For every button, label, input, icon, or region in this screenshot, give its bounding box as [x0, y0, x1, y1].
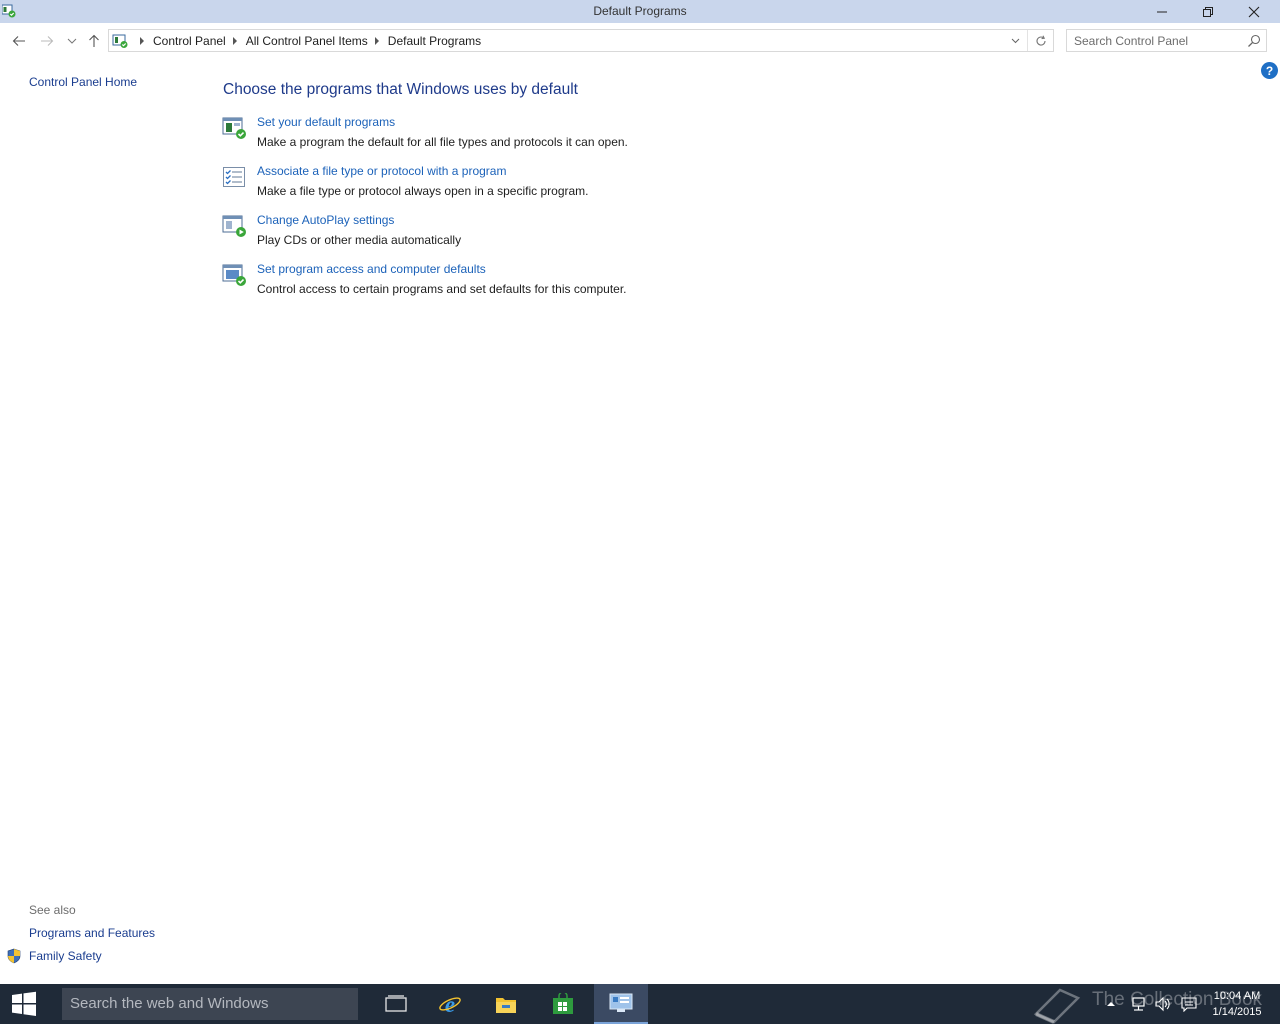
taskbar-control-panel[interactable]: [594, 984, 648, 1024]
svg-text:e: e: [445, 992, 455, 1016]
forward-button[interactable]: [37, 31, 57, 51]
taskbar-search-box[interactable]: Search the web and Windows: [62, 988, 358, 1020]
breadcrumb-separator-icon[interactable]: [232, 37, 237, 45]
address-bar[interactable]: Control Panel All Control Panel Items De…: [108, 29, 1054, 52]
task-set-default-programs: Set your default programs Make a program…: [222, 115, 922, 160]
clock-date: 1/14/2015: [1212, 1006, 1262, 1018]
file-association-icon: [223, 167, 245, 187]
close-button[interactable]: [1231, 0, 1277, 23]
control-panel-home-link[interactable]: Control Panel Home: [29, 75, 137, 89]
refresh-icon: [1036, 35, 1046, 46]
back-arrow-icon: [12, 36, 25, 46]
recent-locations-button[interactable]: [62, 31, 82, 51]
internet-explorer-icon: e: [439, 992, 461, 1016]
restore-button[interactable]: [1185, 0, 1231, 23]
forward-arrow-icon: [41, 36, 54, 46]
breadcrumb-separator-icon[interactable]: [140, 37, 144, 45]
up-arrow-icon: [89, 34, 99, 47]
navigation-bar: Control Panel All Control Panel Items De…: [0, 23, 1280, 58]
back-button[interactable]: [9, 31, 29, 51]
program-access-icon: [222, 264, 246, 286]
chevron-down-icon: [1011, 38, 1019, 43]
default-programs-icon: [222, 117, 246, 139]
family-safety-link[interactable]: Family Safety: [29, 949, 102, 963]
autoplay-icon: [222, 215, 246, 237]
title-bar: Default Programs: [0, 0, 1280, 23]
windows-logo-icon: [12, 991, 36, 1016]
taskbar-file-explorer[interactable]: [479, 984, 533, 1024]
breadcrumb-control-panel[interactable]: Control Panel: [153, 34, 226, 48]
associate-file-type-link[interactable]: Associate a file type or protocol with a…: [257, 164, 506, 178]
minimize-button[interactable]: [1139, 0, 1185, 23]
search-box[interactable]: [1066, 29, 1267, 52]
control-panel-icon: [112, 34, 128, 48]
close-icon: [1248, 6, 1260, 17]
programs-and-features-link[interactable]: Programs and Features: [29, 926, 155, 940]
task-program-access: Set program access and computer defaults…: [222, 262, 922, 307]
volume-icon: [1155, 996, 1170, 1012]
minimize-icon: [1157, 11, 1167, 12]
task-view-icon: [385, 995, 407, 1012]
action-center-button[interactable]: [1177, 984, 1201, 1024]
refresh-button[interactable]: [1027, 30, 1053, 51]
help-button[interactable]: ?: [1261, 62, 1278, 79]
search-icon[interactable]: [1246, 33, 1262, 49]
book-icon: [1033, 988, 1081, 1024]
address-dropdown-button[interactable]: [1007, 30, 1023, 51]
breadcrumb-default-programs[interactable]: Default Programs: [388, 34, 481, 48]
store-icon: [553, 993, 573, 1014]
breadcrumb: Control Panel All Control Panel Items De…: [133, 34, 481, 48]
set-default-programs-link[interactable]: Set your default programs: [257, 115, 395, 129]
volume-tray-button[interactable]: [1151, 984, 1175, 1024]
file-explorer-icon: [496, 998, 516, 1013]
restore-icon: [1203, 6, 1213, 17]
network-icon: [1132, 997, 1145, 1011]
taskbar-store[interactable]: [536, 984, 590, 1024]
system-clock[interactable]: 10:04 AM 1/14/2015: [1206, 988, 1268, 1020]
taskbar-internet-explorer[interactable]: e: [423, 984, 477, 1024]
control-panel-icon: [609, 993, 633, 1012]
task-description: Control access to certain programs and s…: [257, 282, 627, 296]
breadcrumb-all-items[interactable]: All Control Panel Items: [246, 34, 368, 48]
chevron-down-icon: [67, 38, 77, 44]
show-hidden-icons-button[interactable]: [1101, 984, 1121, 1024]
change-autoplay-link[interactable]: Change AutoPlay settings: [257, 213, 394, 227]
up-button[interactable]: [84, 31, 104, 51]
page-title: Choose the programs that Windows uses by…: [223, 81, 578, 98]
breadcrumb-separator-icon[interactable]: [374, 37, 379, 45]
task-description: Make a program the default for all file …: [257, 135, 628, 149]
taskbar-task-view[interactable]: [369, 984, 423, 1024]
notifications-icon: [1181, 997, 1197, 1012]
program-access-link[interactable]: Set program access and computer defaults: [257, 262, 486, 276]
task-associate-file-type: Associate a file type or protocol with a…: [222, 164, 922, 209]
clock-time: 10:04 AM: [1213, 990, 1261, 1002]
network-tray-button[interactable]: [1126, 984, 1150, 1024]
task-autoplay: Change AutoPlay settings Play CDs or oth…: [222, 213, 922, 258]
start-button[interactable]: [0, 984, 48, 1024]
chevron-up-icon: [1107, 1002, 1115, 1006]
family-safety-shield-icon: [7, 948, 21, 964]
search-input[interactable]: [1067, 30, 1242, 51]
window-title: Default Programs: [593, 4, 687, 18]
task-description: Make a file type or protocol always open…: [257, 184, 589, 198]
see-also-label: See also: [29, 903, 76, 917]
taskbar: Search the web and Windows e The Collect…: [0, 984, 1280, 1024]
task-description: Play CDs or other media automatically: [257, 233, 462, 247]
